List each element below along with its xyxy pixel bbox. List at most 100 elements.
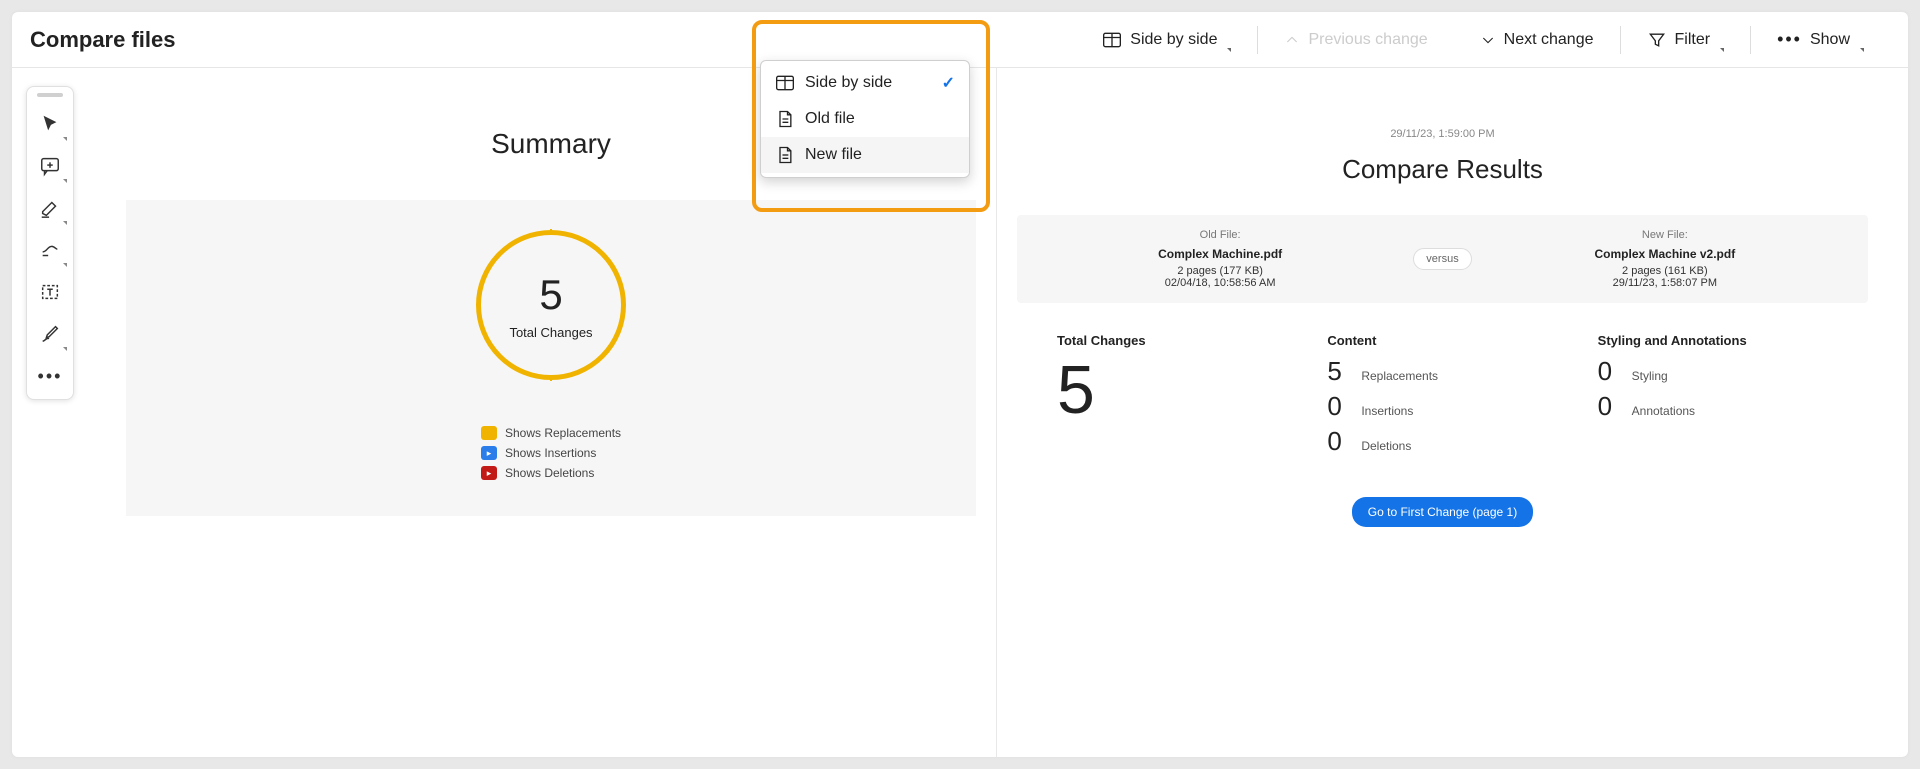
stat-deletions-num: 0 bbox=[1327, 426, 1351, 457]
prev-change-group: Previous change bbox=[1258, 12, 1453, 67]
old-file-name: Complex Machine.pdf bbox=[1027, 247, 1413, 261]
dropdown-indicator-icon bbox=[63, 137, 67, 141]
dropdown-item-new-file[interactable]: New file ✓ bbox=[761, 137, 969, 173]
dropdown-indicator-icon bbox=[1227, 48, 1231, 52]
previous-change-label: Previous change bbox=[1308, 31, 1427, 49]
show-group: ••• Show bbox=[1751, 12, 1890, 67]
view-mode-dropdown[interactable]: Side by side ✓ Old file ✓ New file ✓ bbox=[760, 60, 970, 178]
new-file-meta1: 2 pages (161 KB) bbox=[1472, 265, 1858, 277]
stat-replacements-lab: Replacements bbox=[1361, 369, 1438, 383]
draw-tool[interactable] bbox=[30, 229, 70, 271]
new-file-name: Complex Machine v2.pdf bbox=[1472, 247, 1858, 261]
legend-replacements-label: Shows Replacements bbox=[505, 426, 621, 440]
stats-total-value: 5 bbox=[1057, 356, 1287, 424]
legend-replacements: Shows Replacements bbox=[481, 426, 621, 440]
show-button[interactable]: ••• Show bbox=[1767, 23, 1874, 56]
highlight-icon bbox=[39, 197, 61, 219]
results-timestamp: 29/11/23, 1:59:00 PM bbox=[1017, 128, 1868, 140]
stat-deletions: 0 Deletions bbox=[1327, 426, 1557, 457]
dropdown-item-label: Old file bbox=[805, 110, 855, 128]
new-file-caption: New File: bbox=[1472, 229, 1858, 241]
more-tools[interactable]: ••• bbox=[30, 355, 70, 397]
stats-content-label: Content bbox=[1327, 333, 1557, 348]
dropdown-indicator-icon bbox=[1860, 48, 1864, 52]
stat-styling: 0 Styling bbox=[1598, 356, 1828, 387]
highlight-tool[interactable] bbox=[30, 187, 70, 229]
sign-icon bbox=[39, 323, 61, 345]
legend: Shows Replacements ▸ Shows Insertions ▸ … bbox=[481, 420, 621, 486]
legend-insertions-label: Shows Insertions bbox=[505, 446, 596, 460]
old-file-col: Old File: Complex Machine.pdf 2 pages (1… bbox=[1017, 215, 1423, 303]
dropdown-item-label: Side by side bbox=[805, 74, 892, 92]
comment-plus-icon bbox=[39, 155, 61, 177]
stats-styling: Styling and Annotations 0 Styling 0 Anno… bbox=[1598, 333, 1828, 461]
results-panel: 29/11/23, 1:59:00 PM Compare Results Old… bbox=[997, 68, 1888, 757]
dropdown-item-label: New file bbox=[805, 146, 862, 164]
summary-card: 5 Total Changes Shows Replacements ▸ Sho… bbox=[126, 200, 976, 516]
view-mode-label: Side by side bbox=[1130, 31, 1217, 49]
stat-insertions-num: 0 bbox=[1327, 391, 1351, 422]
file-compare-row: Old File: Complex Machine.pdf 2 pages (1… bbox=[1017, 215, 1868, 303]
sign-tool[interactable] bbox=[30, 313, 70, 355]
dropdown-indicator-icon bbox=[63, 347, 67, 351]
drag-handle-icon[interactable] bbox=[37, 93, 63, 97]
stats-styling-label: Styling and Annotations bbox=[1598, 333, 1828, 348]
draw-icon bbox=[39, 239, 61, 261]
stats-total: Total Changes 5 bbox=[1057, 333, 1287, 461]
stat-annotations-lab: Annotations bbox=[1632, 404, 1695, 418]
file-icon bbox=[775, 109, 795, 129]
filter-icon bbox=[1647, 30, 1667, 50]
app-window: Compare files Side by side Previous chan… bbox=[12, 12, 1908, 757]
total-changes-label: Total Changes bbox=[509, 325, 592, 340]
ellipsis-icon: ••• bbox=[1777, 29, 1802, 50]
go-button-wrap: Go to First Change (page 1) bbox=[1017, 497, 1868, 527]
view-mode-button[interactable]: Side by side bbox=[1092, 24, 1241, 56]
old-file-meta1: 2 pages (177 KB) bbox=[1027, 265, 1413, 277]
chevron-up-icon bbox=[1284, 32, 1300, 48]
insertions-swatch-icon: ▸ bbox=[481, 446, 497, 460]
versus-chip: versus bbox=[1413, 248, 1471, 270]
dropdown-indicator-icon bbox=[1720, 48, 1724, 52]
toolbar-right: Side by side Previous change Next change bbox=[1076, 12, 1890, 67]
select-tool[interactable] bbox=[30, 103, 70, 145]
stat-replacements-num: 5 bbox=[1327, 356, 1351, 387]
stat-annotations: 0 Annotations bbox=[1598, 391, 1828, 422]
next-change-group: Next change bbox=[1454, 12, 1620, 67]
dropdown-item-old-file[interactable]: Old file ✓ bbox=[761, 101, 969, 137]
results-title: Compare Results bbox=[1017, 154, 1868, 185]
legend-insertions: ▸ Shows Insertions bbox=[481, 446, 621, 460]
stat-styling-num: 0 bbox=[1598, 356, 1622, 387]
old-file-caption: Old File: bbox=[1027, 229, 1413, 241]
deletions-swatch-icon: ▸ bbox=[481, 466, 497, 480]
stat-annotations-num: 0 bbox=[1598, 391, 1622, 422]
page-title: Compare files bbox=[30, 27, 176, 53]
dropdown-item-side-by-side[interactable]: Side by side ✓ bbox=[761, 65, 969, 101]
previous-change-button[interactable]: Previous change bbox=[1274, 25, 1437, 55]
old-file-meta2: 02/04/18, 10:58:56 AM bbox=[1027, 277, 1413, 289]
comment-tool[interactable] bbox=[30, 145, 70, 187]
view-mode-group: Side by side bbox=[1076, 12, 1257, 67]
stats-row: Total Changes 5 Content 5 Replacements 0… bbox=[1017, 333, 1868, 461]
next-change-button[interactable]: Next change bbox=[1470, 25, 1604, 55]
go-to-first-change-button[interactable]: Go to First Change (page 1) bbox=[1352, 497, 1533, 527]
stat-deletions-lab: Deletions bbox=[1361, 439, 1411, 453]
next-change-label: Next change bbox=[1504, 31, 1594, 49]
dropdown-indicator-icon bbox=[63, 179, 67, 183]
dropdown-indicator-icon bbox=[63, 221, 67, 225]
new-file-meta2: 29/11/23, 1:58:07 PM bbox=[1472, 277, 1858, 289]
stats-total-label: Total Changes bbox=[1057, 333, 1287, 348]
file-icon bbox=[775, 145, 795, 165]
stat-insertions: 0 Insertions bbox=[1327, 391, 1557, 422]
text-box-tool[interactable] bbox=[30, 271, 70, 313]
stat-styling-lab: Styling bbox=[1632, 369, 1668, 383]
new-file-col: New File: Complex Machine v2.pdf 2 pages… bbox=[1462, 215, 1868, 303]
cursor-icon bbox=[39, 113, 61, 135]
tool-palette[interactable]: ••• bbox=[26, 86, 74, 400]
filter-button[interactable]: Filter bbox=[1637, 24, 1735, 56]
side-by-side-icon bbox=[1102, 30, 1122, 50]
check-icon: ✓ bbox=[942, 73, 955, 93]
stat-replacements: 5 Replacements bbox=[1327, 356, 1557, 387]
total-changes-ring: 5 Total Changes bbox=[476, 230, 626, 380]
stat-insertions-lab: Insertions bbox=[1361, 404, 1413, 418]
total-changes-number: 5 bbox=[539, 271, 562, 319]
